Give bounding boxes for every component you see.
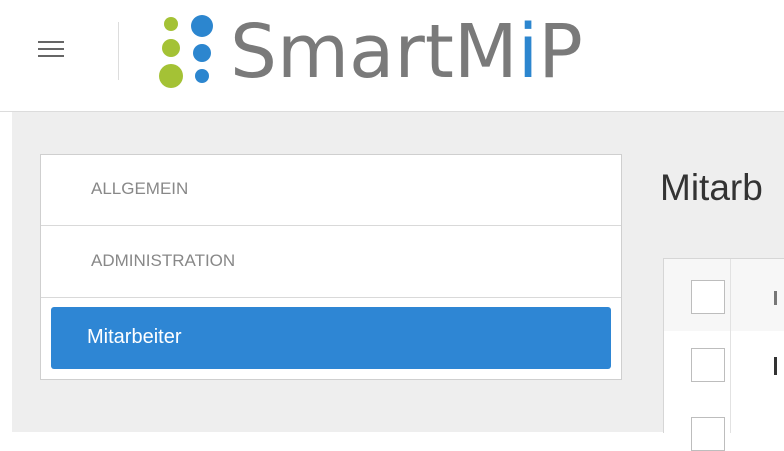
menu-item-allgemein[interactable]: ALLGEMEIN	[41, 155, 621, 226]
logo-wordmark: SmartMiP	[230, 2, 583, 102]
app-header: SmartMiP	[0, 0, 784, 112]
row-cell-text	[774, 357, 777, 375]
header-divider	[118, 22, 119, 80]
logo-text-tail: P	[538, 9, 583, 95]
hamburger-menu-icon[interactable]	[38, 38, 64, 60]
content-area: ALLGEMEIN ADMINISTRATION Mitarbeiter Mit…	[12, 112, 784, 451]
menu-item-label: Mitarbeiter	[87, 326, 182, 348]
select-all-checkbox[interactable]	[691, 280, 725, 314]
menu-item-label: ALLGEMEIN	[91, 179, 189, 198]
column-divider	[730, 259, 731, 433]
employee-table	[663, 258, 784, 451]
page-title: Mitarb	[660, 167, 763, 208]
side-menu: ALLGEMEIN ADMINISTRATION Mitarbeiter	[40, 154, 622, 380]
menu-item-label: ADMINISTRATION	[91, 251, 236, 270]
menu-item-administration[interactable]: ADMINISTRATION	[41, 227, 621, 298]
logo-text-accent: i	[517, 9, 539, 95]
row-checkbox[interactable]	[691, 348, 725, 382]
logo-text-main: SmartM	[230, 9, 518, 95]
row-checkbox[interactable]	[691, 417, 725, 451]
header-cell-text	[774, 291, 777, 305]
logo-dots-icon	[159, 15, 213, 88]
menu-item-mitarbeiter[interactable]: Mitarbeiter	[51, 307, 611, 369]
